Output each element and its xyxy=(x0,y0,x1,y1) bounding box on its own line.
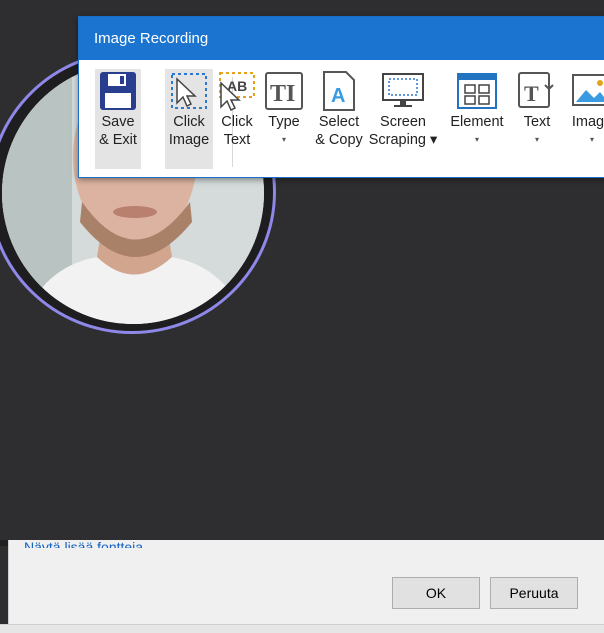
element-button[interactable]: Element ▾ xyxy=(445,69,509,169)
click-image-button[interactable]: Click Image xyxy=(165,69,213,169)
type-label: Type xyxy=(268,114,300,130)
more-fonts-link[interactable]: Näytä lisää fontteja xyxy=(24,538,143,548)
click-text-button[interactable]: AB Click Text xyxy=(217,69,257,169)
element-grid-icon xyxy=(455,69,499,113)
text-arrow-icon: T xyxy=(515,69,559,113)
screen-scraping-label: Screen Scraping ▾ xyxy=(368,114,438,148)
image-dropdown-caret: ▾ xyxy=(589,135,594,144)
save-exit-button[interactable]: Save & Exit xyxy=(95,69,141,169)
click-image-icon xyxy=(167,69,211,113)
document-a-icon: A xyxy=(317,69,361,113)
image-recording-window: Image Recording Save & Exit Click Image … xyxy=(78,16,604,178)
floppy-disk-icon xyxy=(96,69,140,113)
save-exit-label: Save & Exit xyxy=(99,114,137,148)
type-icon: TI xyxy=(262,69,306,113)
click-text-icon: AB xyxy=(215,69,259,113)
window-title: Image Recording xyxy=(94,30,209,47)
cancel-button[interactable]: Peruuta xyxy=(490,577,578,609)
type-button[interactable]: TI Type ▾ xyxy=(262,69,306,169)
type-dropdown-caret: ▾ xyxy=(281,135,286,144)
click-text-label: Click Text xyxy=(221,114,253,148)
screen-scraping-button[interactable]: Screen Scraping ▾ xyxy=(368,69,438,169)
svg-text:TI: TI xyxy=(270,81,295,107)
ok-button[interactable]: OK xyxy=(392,577,480,609)
element-dropdown-caret: ▾ xyxy=(474,135,479,144)
image-button[interactable]: Image ▾ xyxy=(567,69,604,169)
element-label: Element xyxy=(450,114,504,130)
text-label: Text xyxy=(523,114,551,130)
monitor-icon xyxy=(381,69,425,113)
text-dropdown-caret: ▾ xyxy=(534,135,539,144)
svg-text:A: A xyxy=(331,85,345,107)
image-picture-icon xyxy=(570,69,604,113)
select-copy-button[interactable]: A Select & Copy xyxy=(311,69,367,169)
image-label: Image xyxy=(571,114,604,130)
window-titlebar[interactable]: Image Recording xyxy=(79,17,604,60)
select-copy-label: Select & Copy xyxy=(315,114,363,148)
text-button[interactable]: T Text ▾ xyxy=(514,69,560,169)
click-image-label: Click Image xyxy=(168,114,210,148)
svg-text:T: T xyxy=(524,81,539,106)
